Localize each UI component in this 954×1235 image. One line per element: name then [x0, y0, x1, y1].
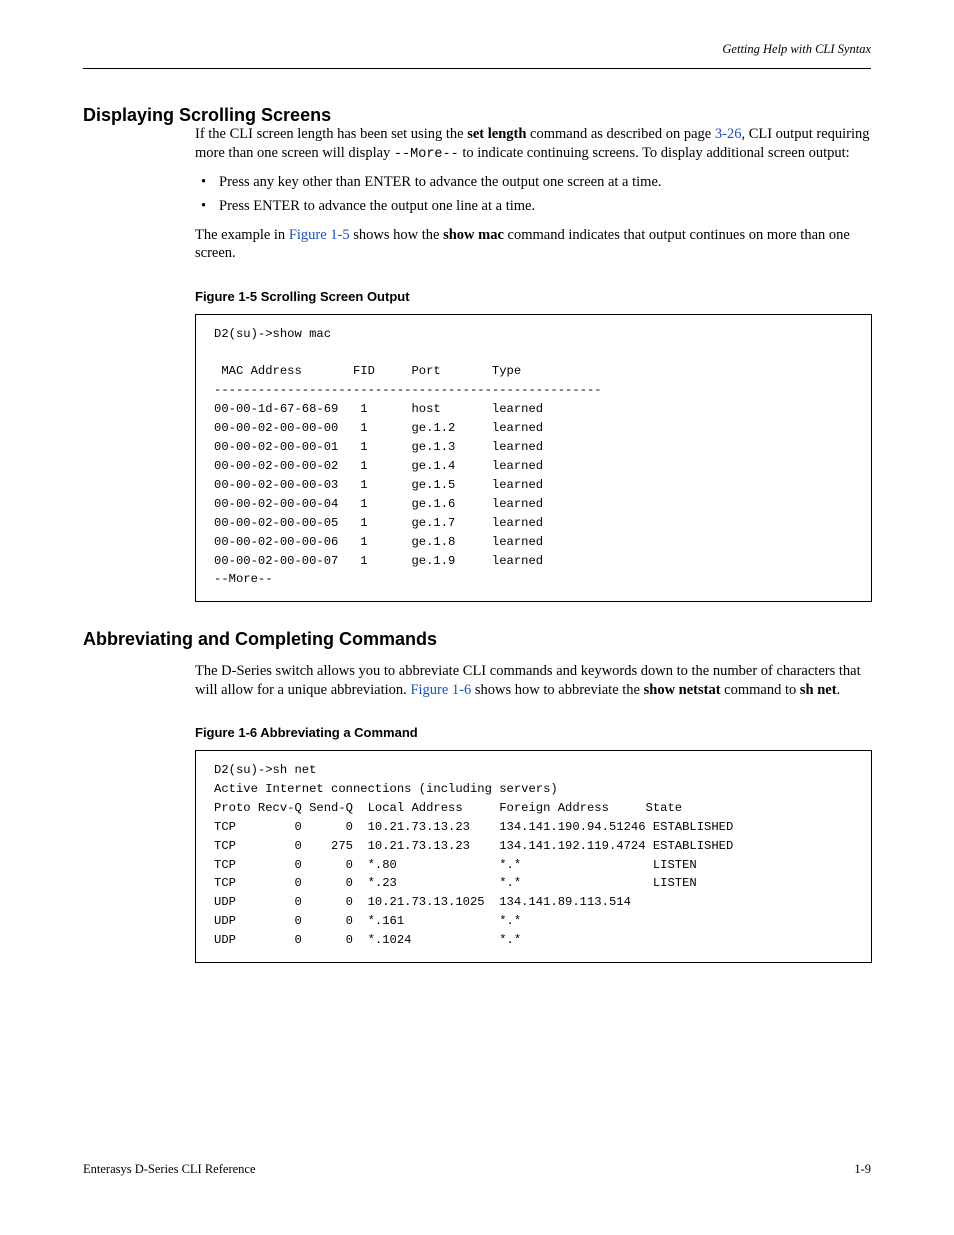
figure-caption-1-6: Figure 1-6 Abbreviating a Command [195, 725, 872, 742]
para-example-ref: The example in Figure 1-5 shows how the … [195, 226, 872, 263]
figure-caption-1-5: Figure 1-5 Scrolling Screen Output [195, 289, 872, 306]
code-box-sh-net: D2(su)->sh net Active Internet connectio… [195, 750, 872, 963]
link-figure-1-6[interactable]: Figure 1-6 [410, 682, 471, 698]
para-abbrev: The D-Series switch allows you to abbrev… [195, 662, 872, 699]
header-rule [83, 68, 871, 69]
code-box-show-mac: D2(su)->show mac MAC Address FID Port Ty… [195, 314, 872, 603]
link-page-3-26[interactable]: 3-26 [715, 126, 742, 142]
footer-left: Enterasys D-Series CLI Reference [83, 1162, 256, 1177]
bullet-item: Press ENTER to advance the output one li… [195, 197, 872, 216]
para-screen-length: If the CLI screen length has been set us… [195, 125, 872, 163]
page-header-text: Getting Help with CLI Syntax [722, 42, 871, 57]
link-figure-1-5[interactable]: Figure 1-5 [289, 227, 350, 243]
footer-page-number: 1-9 [854, 1162, 871, 1177]
bullet-list: Press any key other than ENTER to advanc… [195, 173, 872, 216]
bullet-item: Press any key other than ENTER to advanc… [195, 173, 872, 192]
